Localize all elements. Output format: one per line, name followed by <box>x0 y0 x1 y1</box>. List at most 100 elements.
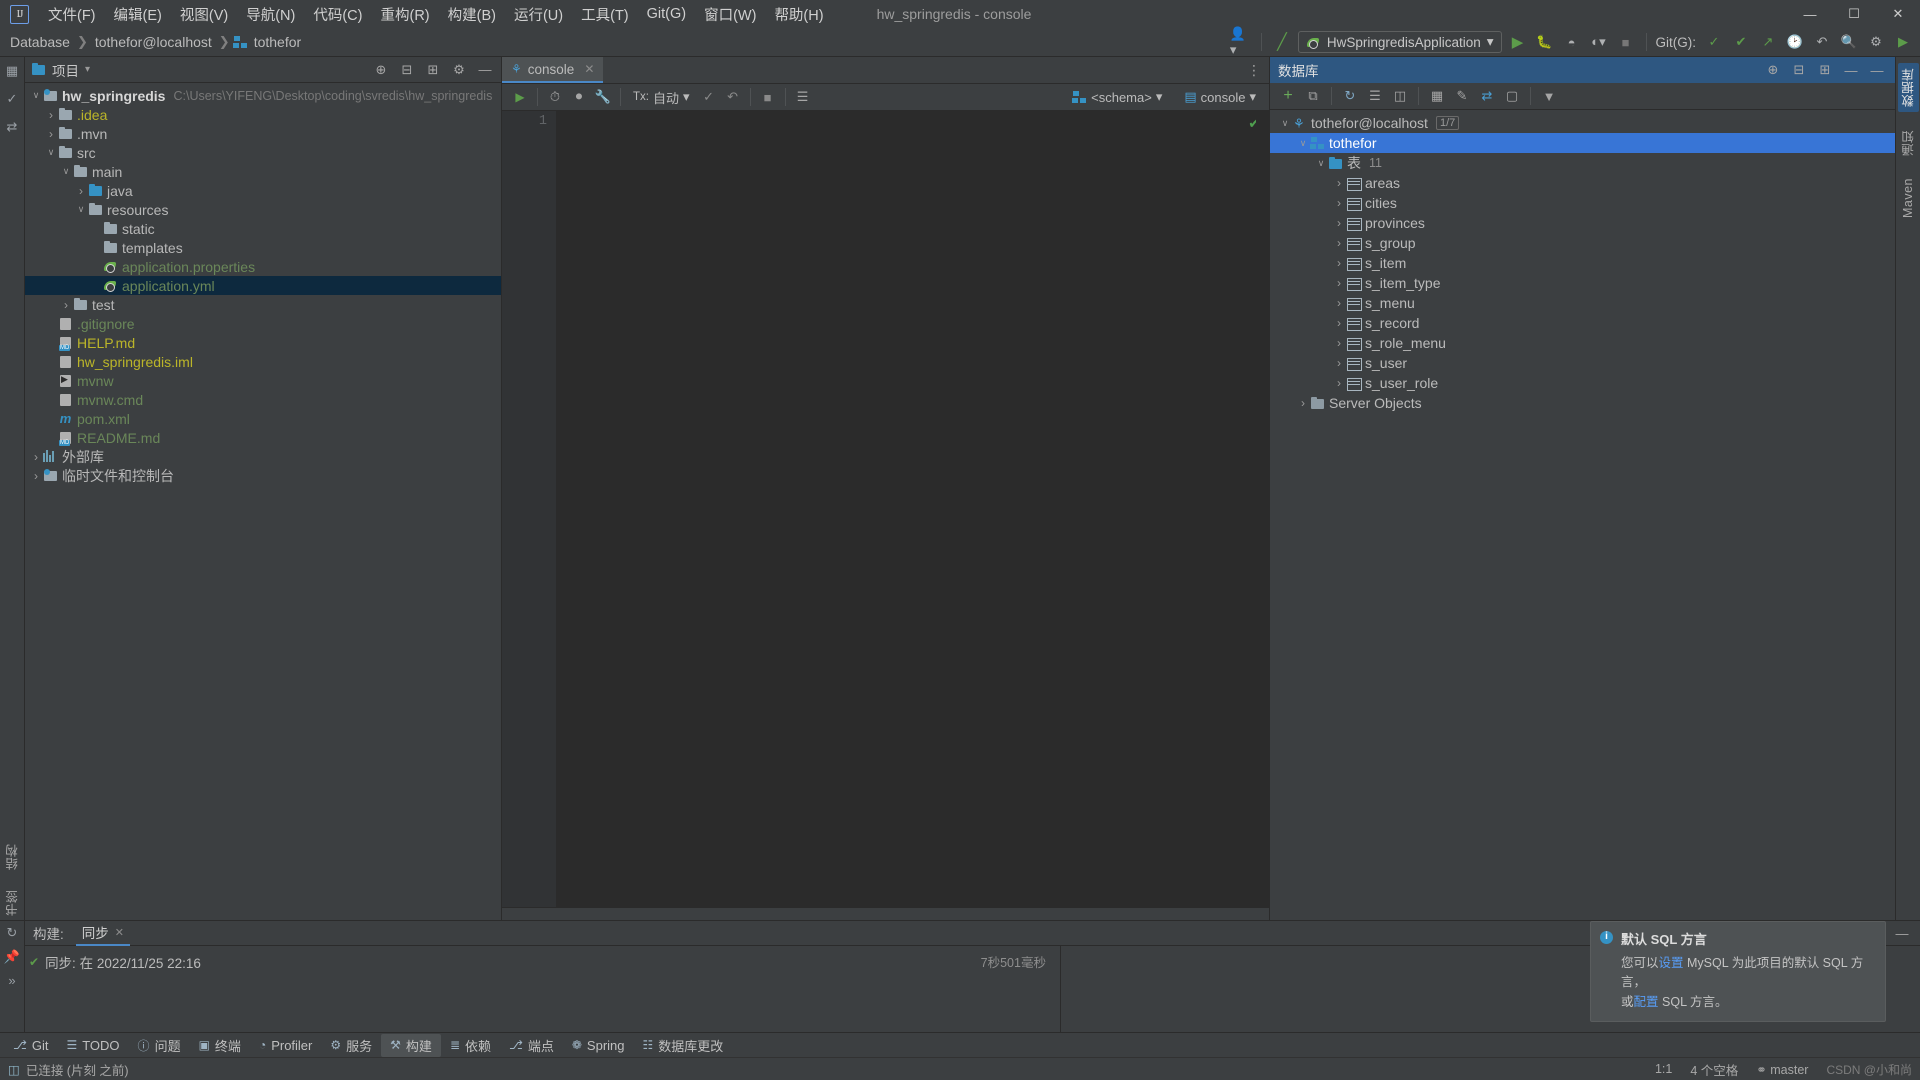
project-tree-item[interactable]: ∨ src <box>25 143 501 162</box>
git-update-icon[interactable]: ✓ <box>1703 31 1725 53</box>
chevron-down-icon[interactable]: ∨ <box>59 166 73 177</box>
menu-build[interactable]: 构建(B) <box>439 1 505 28</box>
chevron-right-icon[interactable]: › <box>29 450 43 464</box>
add-icon[interactable]: + <box>1277 86 1299 107</box>
menu-view[interactable]: 视图(V) <box>171 1 237 28</box>
notification-settings-link[interactable]: 设置 <box>1659 956 1684 970</box>
search-icon[interactable]: 🔍 <box>1838 31 1860 53</box>
collapse-all-icon[interactable]: ⊟ <box>1789 60 1809 80</box>
project-tree-item[interactable]: HELP.md <box>25 333 501 352</box>
locate-icon[interactable]: ⊕ <box>371 60 391 80</box>
sync-status-row[interactable]: ✔ 同步: 在 2022/11/25 22:16 <box>29 952 1060 972</box>
project-tree-item[interactable]: README.md <box>25 428 501 447</box>
table-editor-icon[interactable]: ▦ <box>1426 86 1448 107</box>
left-strip-tab-structure[interactable]: 结构 <box>3 840 22 874</box>
database-tree[interactable]: ∨ ⚘ tothefor@localhost 1/7 ∨ tothefor ∨ 表 11 › are… <box>1270 110 1895 920</box>
chevron-right-icon[interactable]: › <box>59 298 73 312</box>
close-button[interactable]: ✕ <box>1876 0 1920 28</box>
datasource-icon[interactable]: ◫ <box>1389 86 1411 107</box>
chevron-right-icon[interactable]: › <box>1332 336 1346 350</box>
menu-edit[interactable]: 编辑(E) <box>105 1 171 28</box>
left-strip-tab-bookmarks[interactable]: 书签 <box>3 886 22 920</box>
database-tree-item[interactable]: › s_user <box>1270 353 1895 373</box>
notification-balloon[interactable]: i 默认 SQL 方言 您可以设置 MySQL 为此项目的默认 SQL 方言， … <box>1590 920 1886 1022</box>
refresh-icon[interactable]: ↻ <box>1339 86 1361 107</box>
project-tree-item[interactable]: › 外部库 <box>25 447 501 466</box>
user-icon[interactable]: 👤▾ <box>1230 26 1252 57</box>
minimize-icon[interactable]: — <box>1841 60 1861 80</box>
pin-icon[interactable]: 📌 <box>4 949 20 965</box>
minimize-button[interactable]: — <box>1788 0 1832 28</box>
build-tab-sync[interactable]: 同步 ✕ <box>75 921 130 946</box>
database-tree-item[interactable]: › s_group <box>1270 233 1895 253</box>
chevron-right-icon[interactable]: › <box>1296 396 1310 410</box>
indent-setting[interactable]: 4 个空格 <box>1690 1060 1738 1079</box>
right-strip-tab-notifications[interactable]: 通知 <box>1899 126 1918 160</box>
database-tree-item[interactable]: › s_role_menu <box>1270 333 1895 353</box>
tool-window-button-终端[interactable]: ▣ 终端 <box>190 1034 250 1057</box>
menu-code[interactable]: 代码(C) <box>304 1 371 28</box>
undo-icon[interactable]: ↶ <box>1811 31 1833 53</box>
project-tree-item[interactable]: › 临时文件和控制台 <box>25 466 501 485</box>
hide-icon[interactable]: — <box>1892 923 1912 943</box>
run-coverage-icon[interactable]: ◓ <box>1561 31 1583 53</box>
run-icon[interactable]: ▶ <box>1507 31 1529 53</box>
chevron-right-icon[interactable]: › <box>1332 276 1346 290</box>
breadcrumb-schema[interactable]: tothefor <box>250 33 305 51</box>
stop-icon[interactable]: ⚫ <box>568 87 590 108</box>
chevron-down-icon[interactable]: ∨ <box>1314 158 1328 169</box>
code-editor[interactable]: 1 ✔ <box>502 111 1269 907</box>
rerun-icon[interactable]: ↻ <box>7 925 18 941</box>
project-tree-item[interactable]: › .idea <box>25 105 501 124</box>
menu-git[interactable]: Git(G) <box>638 3 695 25</box>
right-strip-tab-database[interactable]: 数据库 <box>1897 63 1919 112</box>
stop-icon[interactable]: ■ <box>1615 31 1637 53</box>
project-tree-item[interactable]: application.properties <box>25 257 501 276</box>
caret-position[interactable]: 1:1 <box>1655 1062 1672 1076</box>
database-tree-item[interactable]: › s_user_role <box>1270 373 1895 393</box>
commit-icon[interactable]: ✓ <box>698 87 720 108</box>
tool-window-button-Profiler[interactable]: ◔ Profiler <box>250 1036 321 1055</box>
build-output-tree[interactable]: ✔ 同步: 在 2022/11/25 22:16 7秒501毫秒 <box>25 946 1060 1032</box>
collapse-all-icon[interactable]: ⊟ <box>397 60 417 80</box>
project-tree-item[interactable]: ▶ mvnw <box>25 371 501 390</box>
search-filter-icon[interactable]: ▼ <box>1538 86 1560 107</box>
expand-icon[interactable]: ⊞ <box>423 60 443 80</box>
chevron-down-icon[interactable]: ∨ <box>74 204 88 215</box>
project-tree-item[interactable]: ∨ hw_springredis C:\Users\YIFENG\Desktop\c… <box>25 86 501 105</box>
duplicate-icon[interactable]: ⧉ <box>1302 86 1324 107</box>
code-content[interactable]: ✔ <box>556 111 1269 907</box>
settings-wrench-icon[interactable]: 🔧 <box>592 87 614 108</box>
editor-tab-console[interactable]: ⚘ console ✕ <box>502 57 604 83</box>
git-commit-icon[interactable]: ✔ <box>1730 31 1752 53</box>
cancel-icon[interactable]: ■ <box>757 87 779 108</box>
settings-icon[interactable]: ⚙ <box>1865 31 1887 53</box>
tool-window-button-构建[interactable]: ⚒ 构建 <box>381 1033 441 1057</box>
menu-tools[interactable]: 工具(T) <box>572 1 638 28</box>
database-tree-item[interactable]: ∨ ⚘ tothefor@localhost 1/7 <box>1270 113 1895 133</box>
project-tree-item[interactable]: application.yml <box>25 276 501 295</box>
pull-request-icon[interactable]: ⇄ <box>7 119 18 135</box>
tool-window-button-服务[interactable]: ⚙ 服务 <box>321 1034 381 1057</box>
chevron-right-icon[interactable]: › <box>44 127 58 141</box>
tool-window-button-依赖[interactable]: ≣ 依赖 <box>441 1034 500 1057</box>
project-tree-item[interactable]: › test <box>25 295 501 314</box>
chevron-down-icon[interactable]: ∨ <box>29 90 43 101</box>
git-branch[interactable]: ⚭ master <box>1756 1062 1808 1077</box>
project-tree-item[interactable]: templates <box>25 238 501 257</box>
project-tree-item[interactable]: m pom.xml <box>25 409 501 428</box>
menu-file[interactable]: 文件(F) <box>39 1 105 28</box>
database-tree-item[interactable]: › s_item_type <box>1270 273 1895 293</box>
chevron-right-icon[interactable]: › <box>1332 356 1346 370</box>
transaction-mode-selector[interactable]: Tx: 自动 ▾ <box>627 88 696 107</box>
project-tree-item[interactable]: ∨ resources <box>25 200 501 219</box>
tool-window-button-端点[interactable]: ⎇ 端点 <box>500 1034 563 1057</box>
filter-icon[interactable]: ▢ <box>1501 86 1523 107</box>
git-history-icon[interactable]: 🕑 <box>1784 31 1806 53</box>
project-tree-item[interactable]: static <box>25 219 501 238</box>
database-tree-item[interactable]: › s_menu <box>1270 293 1895 313</box>
project-tree-item[interactable]: mvnw.cmd <box>25 390 501 409</box>
git-push-icon[interactable]: ↗ <box>1757 31 1779 53</box>
database-tree-item[interactable]: ∨ tothefor <box>1270 133 1895 153</box>
notification-configure-link[interactable]: 配置 <box>1634 995 1659 1009</box>
